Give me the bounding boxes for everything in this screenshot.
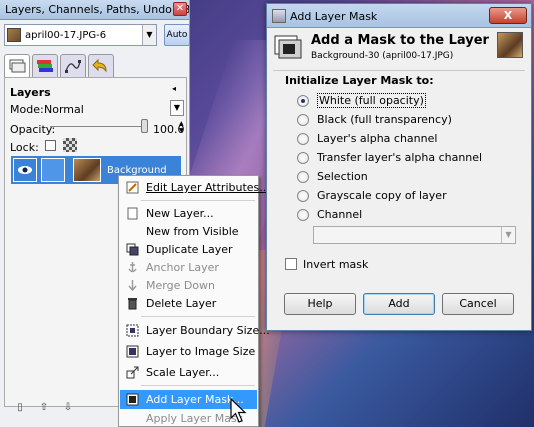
menu-separator	[141, 385, 255, 386]
image-selector-value: april00-17.JPG-6	[25, 29, 107, 41]
menu-item-layer-to-image-size[interactable]: Layer to Image Size	[120, 342, 257, 361]
dialog-header: Add a Mask to the Layer Background-30 (a…	[273, 32, 525, 66]
tab-paths[interactable]	[60, 54, 86, 78]
mode-select[interactable]: Normal	[44, 103, 84, 116]
image-thumbnail	[7, 28, 21, 42]
menu-item-edit-layer-attributes[interactable]: Edit Layer Attributes...	[120, 178, 270, 197]
eye-icon[interactable]	[13, 158, 37, 182]
add-mask-icon	[126, 393, 139, 406]
radio-button[interactable]	[297, 189, 309, 202]
dialog-app-icon	[272, 9, 286, 23]
radio-button[interactable]	[297, 94, 309, 107]
layer-context-menu: Edit Layer Attributes... New Layer... Ne…	[118, 175, 270, 427]
menu-item-new-from-visible[interactable]: New from Visible	[120, 222, 257, 241]
boundary-size-icon	[126, 324, 139, 337]
menu-item-new-layer[interactable]: New Layer...	[120, 204, 257, 223]
dock-titlebar[interactable]: Layers, Channels, Paths, Undo - Br... ✕	[0, 0, 189, 20]
option-grayscale-copy[interactable]: Grayscale copy of layer	[297, 187, 447, 204]
menu-separator	[141, 200, 255, 201]
merge-down-icon	[128, 280, 137, 292]
invert-mask-checkbox[interactable]	[285, 258, 297, 270]
lock-checkbox[interactable]	[45, 140, 56, 151]
menu-item-layer-boundary-size[interactable]: Layer Boundary Size...	[120, 321, 270, 340]
radio-button[interactable]	[297, 170, 309, 183]
edit-attributes-icon	[126, 181, 139, 194]
close-icon[interactable]: ✕	[173, 2, 187, 16]
layer-preview-thumbnail	[497, 32, 523, 58]
menu-item-duplicate-layer[interactable]: Duplicate Layer	[120, 240, 257, 259]
paths-icon	[65, 60, 81, 73]
header-separator	[273, 70, 525, 71]
radio-button[interactable]	[297, 113, 309, 126]
menu-item-merge-down: Merge Down	[120, 276, 257, 295]
init-mask-label: Initialize Layer Mask to:	[285, 74, 434, 87]
undo-icon	[92, 58, 107, 73]
lower-layer-icon[interactable]: ⇩	[60, 402, 76, 422]
new-layer-icon	[127, 207, 138, 220]
scale-icon	[126, 366, 139, 379]
chevron-down-icon[interactable]: ▼	[170, 100, 184, 116]
new-layer-icon[interactable]: ▯	[12, 402, 28, 422]
option-layer-alpha[interactable]: Layer's alpha channel	[297, 130, 437, 147]
dock-title: Layers, Channels, Paths, Undo - Br...	[5, 3, 189, 16]
chain-toggle[interactable]	[41, 158, 65, 182]
tab-channels[interactable]	[32, 54, 58, 78]
spin-icon[interactable]: ▲ ▼	[179, 120, 186, 134]
auto-button[interactable]: Auto	[164, 24, 190, 46]
chevron-down-icon[interactable]: ▼	[142, 25, 156, 45]
channel-select[interactable]: ▼	[313, 226, 516, 244]
close-button[interactable]: X	[489, 7, 527, 24]
help-button[interactable]: Help	[284, 293, 356, 315]
mouse-cursor-icon	[230, 398, 247, 423]
radio-button[interactable]	[297, 208, 309, 221]
opacity-label: Opacity:	[10, 123, 56, 136]
mode-label: Mode:	[10, 103, 44, 116]
dialog-subheading: Background-30 (april00-17.JPG)	[311, 51, 454, 61]
menu-item-anchor-layer: Anchor Layer	[120, 258, 257, 277]
panel-title: Layers	[10, 86, 51, 99]
add-layer-mask-dialog: Add Layer Mask X Add a Mask to the Layer…	[266, 3, 532, 331]
raise-layer-icon[interactable]: ⇧	[36, 402, 52, 422]
tab-layers[interactable]	[4, 54, 30, 78]
invert-mask-row[interactable]: Invert mask	[285, 256, 368, 272]
anchor-icon	[128, 262, 137, 273]
image-selector[interactable]: april00-17.JPG-6 ▼	[4, 24, 157, 46]
trash-icon	[128, 298, 137, 310]
opacity-slider[interactable]	[50, 126, 145, 132]
option-channel[interactable]: Channel	[297, 206, 362, 223]
layer-mask-icon	[274, 35, 302, 59]
chevron-down-icon[interactable]: ▼	[501, 227, 515, 243]
layer-to-image-icon	[126, 345, 139, 358]
dock-tabs	[4, 54, 114, 78]
invert-mask-label[interactable]: Invert mask	[303, 258, 368, 271]
opacity-slider-handle[interactable]	[141, 119, 148, 133]
lock-label: Lock:	[10, 141, 39, 154]
menu-separator	[141, 316, 255, 317]
dialog-titlebar[interactable]: Add Layer Mask X	[267, 4, 531, 28]
channels-icon	[37, 60, 53, 72]
menu-item-delete-layer[interactable]: Delete Layer	[120, 294, 257, 313]
add-button[interactable]: Add	[363, 293, 435, 315]
option-transfer-alpha[interactable]: Transfer layer's alpha channel	[297, 149, 482, 166]
lock-alpha-icon[interactable]	[63, 138, 77, 152]
dialog-title: Add Layer Mask	[290, 10, 378, 23]
option-black[interactable]: Black (full transparency)	[297, 111, 452, 128]
tab-undo[interactable]	[88, 54, 114, 78]
option-selection[interactable]: Selection	[297, 168, 368, 185]
layers-icon	[9, 59, 26, 73]
menu-item-scale-layer[interactable]: Scale Layer...	[120, 363, 257, 382]
cancel-button[interactable]: Cancel	[442, 293, 514, 315]
radio-button[interactable]	[297, 151, 309, 164]
duplicate-icon	[126, 243, 139, 256]
radio-button[interactable]	[297, 132, 309, 145]
option-white[interactable]: White (full opacity)	[297, 92, 426, 109]
panel-menu-icon[interactable]: ◂	[172, 84, 182, 94]
layer-thumbnail[interactable]	[73, 158, 101, 182]
dialog-heading: Add a Mask to the Layer	[311, 33, 489, 48]
image-selector-row: april00-17.JPG-6 ▼ Auto	[4, 24, 190, 46]
